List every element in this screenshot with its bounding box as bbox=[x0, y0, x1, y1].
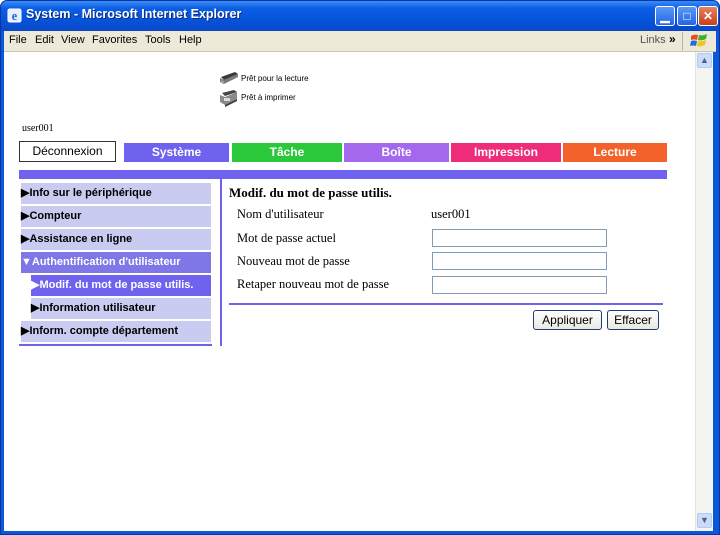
sidebar-item-counter[interactable]: ▶Compteur bbox=[21, 206, 211, 229]
minimize-icon: ▁ bbox=[660, 9, 670, 23]
chevron-right-icon[interactable]: » bbox=[669, 32, 676, 46]
tab-print[interactable]: Impression bbox=[451, 143, 561, 162]
svg-text:e: e bbox=[12, 9, 18, 23]
tab-box[interactable]: Boîte bbox=[344, 143, 449, 162]
title-bar: e System - Microsoft Internet Explorer ▁… bbox=[1, 1, 719, 31]
scroll-down-icon[interactable]: ▼ bbox=[697, 513, 712, 528]
menu-edit[interactable]: Edit bbox=[35, 34, 54, 46]
scroll-up-icon[interactable]: ▲ bbox=[697, 53, 712, 68]
new-password-label: Nouveau mot de passe bbox=[237, 254, 350, 268]
menu-view[interactable]: View bbox=[61, 34, 85, 46]
current-password-input[interactable] bbox=[432, 229, 607, 247]
sidebar-item-user-information[interactable]: ▶Information utilisateur bbox=[31, 298, 211, 321]
vertical-scrollbar[interactable]: ▲ ▼ bbox=[695, 52, 713, 531]
sidebar-item-device-info[interactable]: ▶Info sur le périphérique bbox=[21, 183, 211, 206]
page-title: Modif. du mot de passe utilis. bbox=[229, 185, 392, 200]
sidebar-item-user-authentication[interactable]: ▼Authentification d'utilisateur bbox=[21, 252, 211, 275]
sidebar-item-department-account[interactable]: ▶Inform. compte département bbox=[21, 321, 211, 344]
retype-password-label: Retaper nouveau mot de passe bbox=[237, 277, 390, 291]
current-user: user001 bbox=[22, 123, 54, 134]
username-label: Nom d'utilisateur bbox=[237, 207, 324, 221]
scan-status-text: Prêt pour la lecture bbox=[241, 74, 309, 83]
minimize-button[interactable]: ▁ bbox=[655, 6, 675, 26]
form-divider bbox=[229, 303, 663, 305]
sidebar-divider bbox=[220, 179, 222, 346]
tab-scan[interactable]: Lecture bbox=[563, 143, 667, 162]
links-toolbar[interactable]: Links bbox=[640, 34, 666, 46]
close-icon: ✕ bbox=[702, 9, 714, 23]
browser-window: e System - Microsoft Internet Explorer ▁… bbox=[0, 0, 720, 535]
print-status: Prêt à imprimer bbox=[219, 89, 296, 109]
current-password-label: Mot de passe actuel bbox=[237, 231, 336, 245]
ie-icon: e bbox=[7, 8, 22, 23]
menu-tools[interactable]: Tools bbox=[145, 34, 171, 46]
sidebar-bottom-line bbox=[19, 344, 212, 346]
username-value: user001 bbox=[431, 207, 471, 221]
print-status-text: Prêt à imprimer bbox=[241, 93, 296, 102]
sidebar-item-online-assistance[interactable]: ▶Assistance en ligne bbox=[21, 229, 211, 252]
new-password-input[interactable] bbox=[432, 252, 607, 270]
menu-help[interactable]: Help bbox=[179, 34, 202, 46]
scanner-icon bbox=[220, 72, 238, 84]
menu-bar: File Edit View Favorites Tools Help Link… bbox=[4, 31, 716, 52]
logout-button[interactable]: Déconnexion bbox=[19, 141, 116, 162]
menu-file[interactable]: File bbox=[9, 34, 27, 46]
clear-button[interactable]: Effacer bbox=[607, 310, 659, 330]
tab-system[interactable]: Système bbox=[124, 143, 229, 162]
retype-password-input[interactable] bbox=[432, 276, 607, 294]
maximize-icon: □ bbox=[683, 9, 691, 23]
tab-underline-bar bbox=[19, 170, 667, 179]
windows-logo-icon bbox=[690, 34, 707, 47]
sidebar-item-change-password[interactable]: ▶Modif. du mot de passe utilis. bbox=[31, 275, 211, 298]
window-title: System - Microsoft Internet Explorer bbox=[26, 7, 242, 21]
close-button[interactable]: ✕ bbox=[698, 6, 718, 26]
tab-job[interactable]: Tâche bbox=[232, 143, 342, 162]
menu-divider bbox=[682, 32, 683, 50]
scan-status: Prêt pour la lecture bbox=[219, 70, 309, 90]
printer-icon bbox=[220, 90, 237, 107]
page-content: Prêt pour la lecture Prêt à imprimer use… bbox=[4, 52, 695, 531]
apply-button[interactable]: Appliquer bbox=[533, 310, 602, 330]
menu-favorites[interactable]: Favorites bbox=[92, 34, 137, 46]
maximize-button[interactable]: □ bbox=[677, 6, 697, 26]
